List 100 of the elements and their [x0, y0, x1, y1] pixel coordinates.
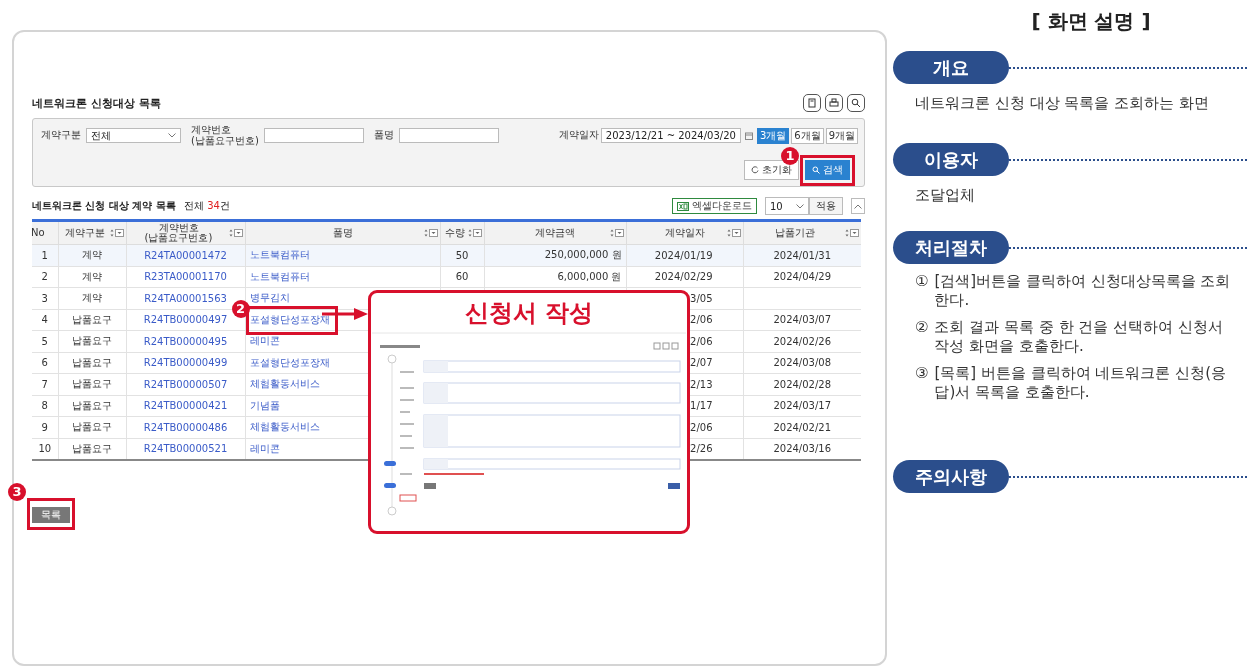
table-cell: 납품요구 [72, 378, 112, 390]
table-cell[interactable]: 기념품 [249, 399, 280, 411]
section-heading: 처리절차 [893, 231, 1009, 264]
table-cell: 3 [41, 292, 48, 304]
table-cell: 2/26 [690, 443, 713, 454]
table-cell: 10 [38, 443, 52, 454]
table-cell: 계약 [82, 292, 102, 304]
field-label: 계약일자 [558, 130, 599, 141]
table-cell[interactable]: 레미콘 [249, 442, 280, 454]
calendar-icon[interactable] [744, 131, 753, 140]
column-header[interactable]: 계약번호 (납품요구번호) [126, 220, 245, 245]
table-cell: 2024/03/16 [773, 443, 832, 454]
step-number: ① [915, 272, 929, 292]
sort-filter-icon[interactable] [609, 229, 624, 237]
description-text: 조달업체 [915, 186, 976, 205]
table-cell[interactable]: 체험활동서비스 [249, 421, 320, 433]
description-text: 네트워크론 신청 대상 목록을 조회하는 화면 [915, 94, 1210, 113]
table-cell: 납품요구 [72, 335, 112, 347]
step-text: 조회 결과 목록 중 한 건을 선택하여 신청서 작성 화면을 호출한다. [934, 318, 1224, 356]
page-size-select[interactable]: 10 [765, 197, 809, 215]
table-cell: 2024/02/21 [773, 421, 832, 433]
table-cell: 2/07 [690, 357, 713, 369]
column-header[interactable]: 품명 [245, 220, 440, 245]
search-icon [812, 166, 820, 174]
table-cell: 계약 [82, 270, 102, 282]
table-cell[interactable]: 병무김치 [249, 292, 290, 304]
sort-filter-icon[interactable] [109, 229, 124, 237]
sort-filter-icon[interactable] [228, 229, 243, 237]
table-cell: 2024/04/29 [773, 271, 832, 283]
date-range-field[interactable]: 2023/12/21 ~ 2024/03/20 [600, 128, 741, 143]
table-cell[interactable]: 체험활동서비스 [249, 378, 320, 390]
table-cell: 1 [41, 249, 48, 261]
column-header[interactable]: No [32, 220, 58, 245]
column-header[interactable]: 계약일자 [626, 220, 743, 245]
table-cell: 2024/01/19 [654, 249, 713, 261]
type-select[interactable]: 전체 [86, 128, 181, 143]
sort-filter-icon[interactable] [467, 229, 482, 237]
collapse-button[interactable] [851, 198, 865, 214]
section-heading: 주의사항 [893, 460, 1009, 493]
table-cell: 납품요구 [72, 421, 112, 433]
table-cell[interactable]: 노트북컴퓨터 [249, 249, 310, 261]
step-number: ③ [915, 364, 929, 384]
chevron-up-icon [854, 203, 862, 209]
section-heading: 이용자 [893, 143, 1009, 176]
table-cell: 납품요구 [72, 399, 112, 411]
reset-button[interactable]: 초기화 [744, 160, 799, 180]
excel-icon [677, 201, 689, 211]
search-button[interactable]: 검색 [805, 160, 850, 180]
description-title: [ 화면 설명 ] [1030, 8, 1152, 35]
column-header[interactable]: 수량 [440, 220, 484, 245]
step-number: ② [915, 318, 929, 338]
sort-filter-icon[interactable] [423, 229, 438, 237]
column-header[interactable]: 계약금액 [484, 220, 626, 245]
table-cell: 4 [41, 314, 48, 326]
step-text: [검색]버튼을 클릭하여 신청대상목록을 조회한다. [934, 272, 1232, 310]
sort-filter-icon[interactable] [845, 229, 859, 237]
table-cell: 6,000,000 원 [557, 270, 622, 282]
step-text: [목록] 버튼을 클릭하여 네트워크론 신청(응답)서 목록을 호출한다. [934, 364, 1228, 402]
page-title: 네트워크론 신청대상 목록 [32, 95, 161, 111]
period-button[interactable]: 3개월 [756, 127, 790, 144]
field-label: 계약구분 [41, 130, 81, 141]
table-cell: 2/06 [690, 335, 713, 347]
apply-button[interactable]: 적용 [809, 197, 843, 215]
list-button[interactable]: 목록 [32, 506, 70, 523]
table-cell[interactable]: 노트북컴퓨터 [249, 270, 310, 282]
table-cell: 1/17 [690, 400, 713, 412]
table-cell: 2/13 [690, 378, 713, 390]
excel-download-button[interactable]: 엑셀다운로드 [672, 198, 757, 214]
input-field[interactable] [398, 128, 499, 143]
chevron-down-icon [168, 133, 176, 138]
step-marker: 3 [8, 482, 26, 501]
refresh-icon [751, 166, 759, 174]
manual-icon[interactable] [803, 94, 821, 112]
table-cell[interactable]: 레미콘 [249, 335, 280, 347]
table-cell: 2024/01/31 [773, 249, 832, 261]
table-cell: 2024/02/26 [773, 335, 832, 347]
print-icon[interactable] [825, 94, 843, 112]
field-label: 계약번호 (납품요구번호) [191, 125, 259, 146]
table-cell: 계약 [82, 249, 102, 261]
table-cell: 2024/03/17 [773, 400, 832, 412]
chevron-down-icon [796, 203, 804, 209]
popup-title: 신청서 작성 [464, 299, 594, 327]
table-cell: 2024/03/07 [773, 314, 832, 326]
highlight-frame [800, 155, 855, 186]
input-field[interactable] [263, 128, 364, 143]
search-icon[interactable] [847, 94, 865, 112]
table-cell: 2024/02/29 [654, 271, 713, 283]
table-cell: 2024/03/08 [773, 357, 832, 369]
table-cell: 7 [41, 378, 48, 390]
highlight-frame [27, 497, 75, 530]
column-header[interactable]: 납품기관 [743, 220, 861, 245]
sort-filter-icon[interactable] [726, 229, 741, 237]
table-cell: 납품요구 [72, 356, 112, 368]
table-cell: 6 [41, 357, 48, 369]
section-heading: 개요 [893, 51, 1009, 84]
table-cell: 5 [41, 335, 48, 347]
column-header[interactable]: 계약구분 [58, 220, 126, 245]
period-button[interactable]: 6개월 [791, 127, 824, 144]
period-button[interactable]: 9개월 [825, 127, 858, 144]
total-count: 전체 34건 [183, 199, 230, 213]
